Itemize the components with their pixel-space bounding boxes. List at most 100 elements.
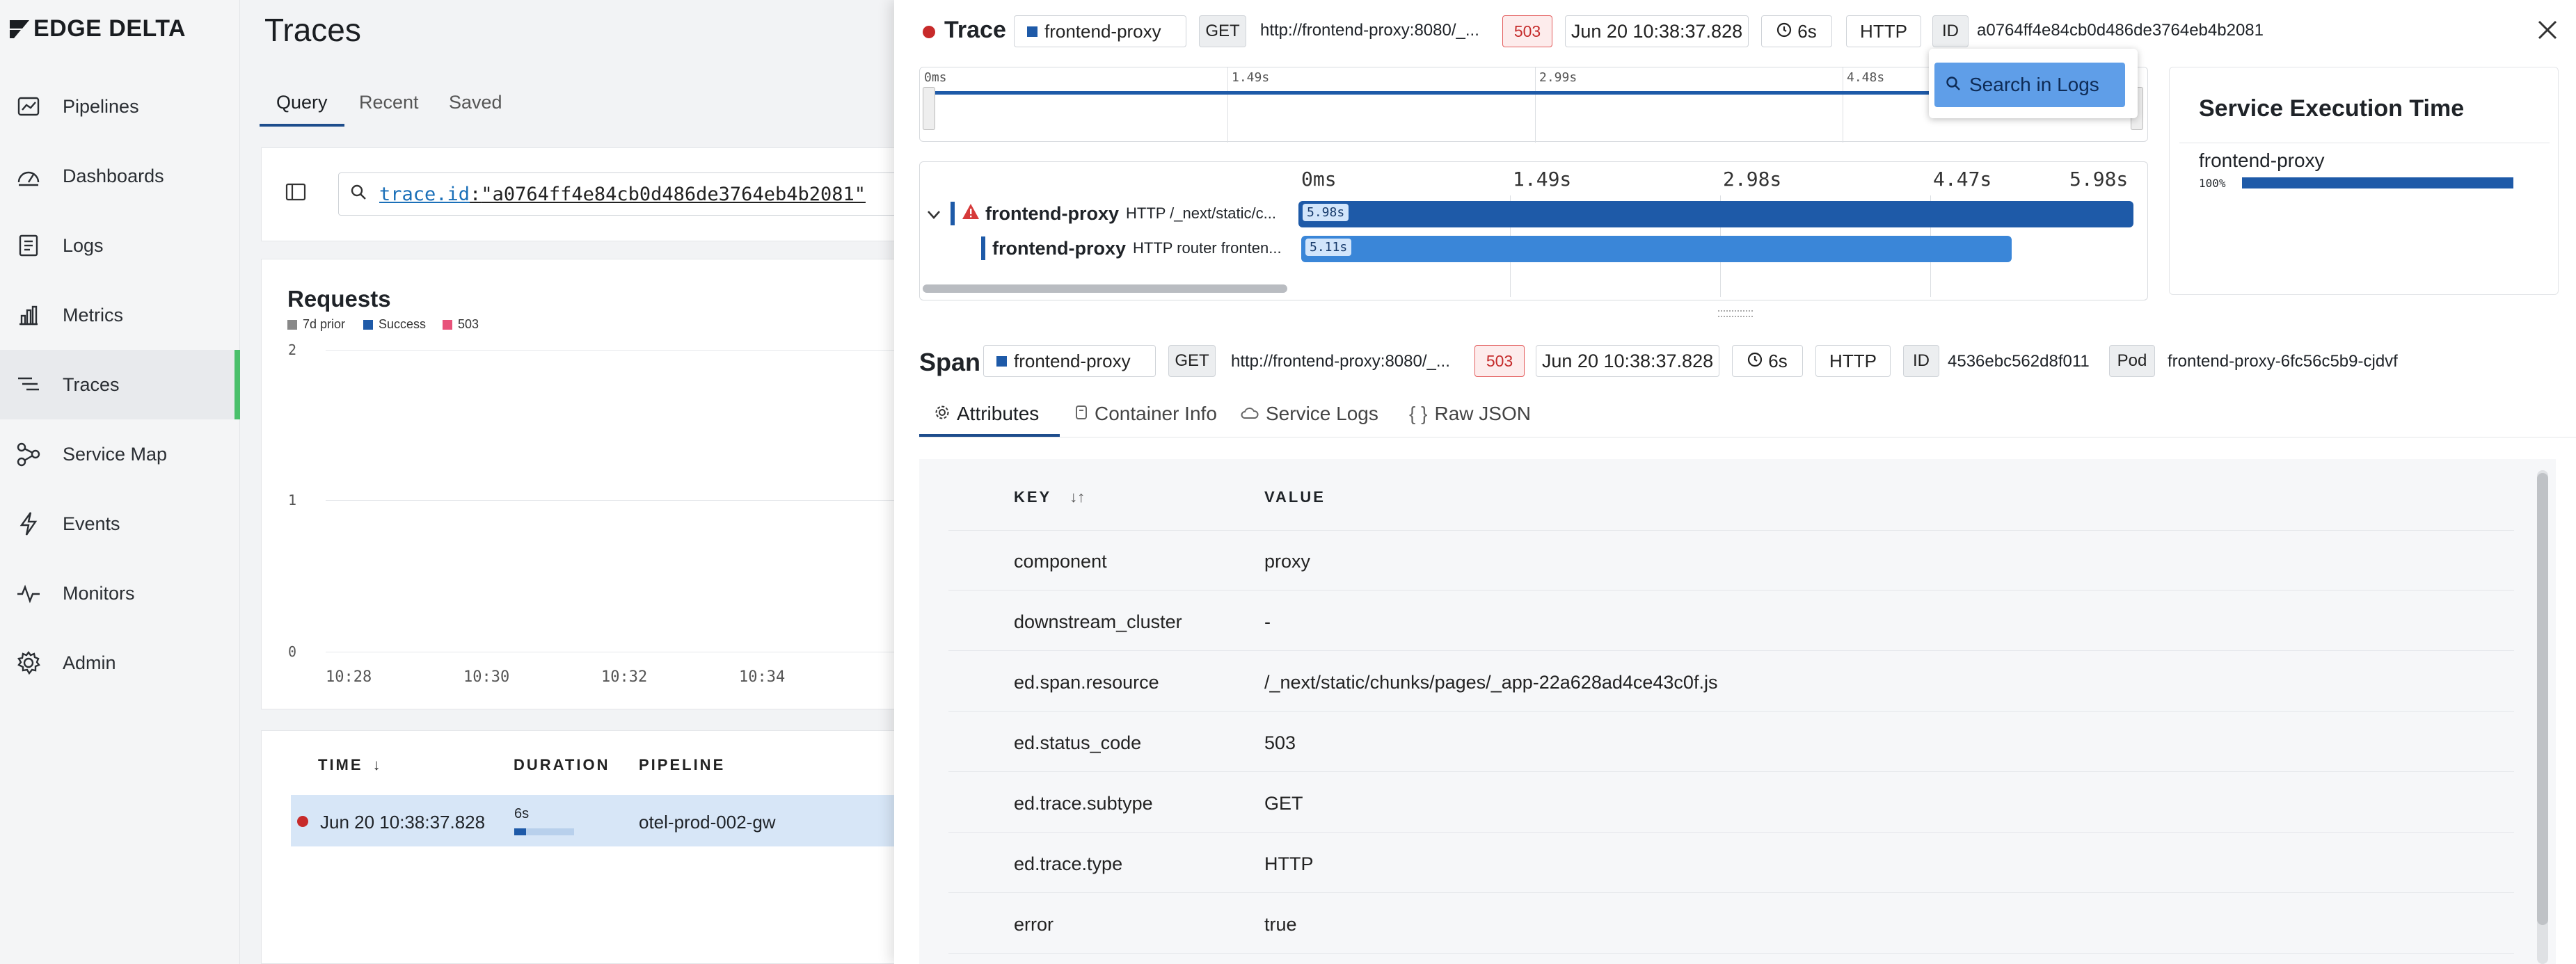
attribute-value: GET [1264,793,1303,814]
nav-item-monitors[interactable]: Monitors [0,559,240,628]
span-label: Span [919,348,981,376]
row-time: Jun 20 10:38:37.828 [320,812,486,833]
trace-id[interactable]: a0764ff4e84cb0d486de3764eb4b2081 [1977,21,2264,40]
logs-icon [15,232,42,259]
attribute-row[interactable]: ed.span.resource /_next/static/chunks/pag… [948,651,2514,712]
attribute-row[interactable]: ed.status_code 503 [948,712,2514,772]
tab-raw-json[interactable]: { } Raw JSON [1409,403,1531,425]
column-header-time[interactable]: TIME ↓ [318,756,381,774]
admin-icon [15,650,42,676]
x-tick: 10:28 [326,668,372,686]
span-duration-label: 5.98s [1303,204,1349,221]
nav-item-events[interactable]: Events [0,489,240,559]
nav-label: Monitors [63,582,135,604]
nav-label: Service Map [63,443,168,465]
nav-item-dashboards[interactable]: Dashboards [0,141,240,211]
waterfall-tick: 0ms [1301,168,1337,191]
service-exec-title: Service Execution Time [2199,95,2465,122]
nav-item-traces[interactable]: Traces [0,350,240,419]
span-id[interactable]: 4536ebc562d8f011 [1948,352,2090,371]
trace-protocol: HTTP [1846,15,1921,47]
trace-id-label: ID [1932,15,1969,47]
tab-underline [919,434,1060,437]
chevron-down-icon[interactable] [927,203,941,225]
tab-saved[interactable]: Saved [449,92,502,113]
edge-delta-logo[interactable]: EDGE DELTA [8,15,186,42]
span-service-tag[interactable]: frontend-proxy [983,345,1156,377]
service-exec-percent: 100% [2199,177,2226,190]
trace-detail-panel: Trace frontend-proxy GET http://frontend… [894,0,2576,964]
attribute-row[interactable]: downstream_cluster - [948,591,2514,651]
query-input[interactable]: trace.id: "a0764ff4e84cb0d486de3764eb4b20… [338,172,937,216]
waterfall-tick: 2.98s [1723,168,1782,191]
span-bar[interactable]: 5.11s [1301,236,2012,262]
sort-down-icon: ↓ [372,756,381,773]
legend-item: 503 [443,317,479,332]
attribute-row[interactable]: component proxy [948,530,2514,591]
span-id-label: ID [1903,345,1939,377]
nav-item-service-map[interactable]: Service Map [0,419,240,489]
span-service-name: frontend-proxy [992,237,1126,259]
span-bar[interactable]: 5.98s [1298,201,2133,227]
span-url: http://frontend-proxy:8080/_... [1231,352,1450,371]
vertical-scrollbar[interactable] [2537,470,2548,964]
resize-handle[interactable] [1718,310,1753,317]
x-tick: 10:30 [463,668,510,686]
range-handle-left[interactable] [923,87,935,130]
nav-item-admin[interactable]: Admin [0,628,240,698]
nav-item-metrics[interactable]: Metrics [0,280,240,350]
error-status-dot [923,26,935,38]
nav-label: Traces [63,373,120,395]
sidebar: EDGE DELTA Pipelines Dashboards Logs Met… [0,0,240,964]
sidebar-toggle-icon[interactable] [285,183,306,204]
attribute-row[interactable]: ed.trace.subtype GET [948,772,2514,833]
trace-id-popover: Search in Logs [1929,49,2138,118]
y-tick: 0 [288,643,297,660]
nav-label: Admin [63,652,116,673]
service-exec-bar [2242,177,2513,188]
tab-query[interactable]: Query [276,92,328,113]
close-icon[interactable] [2536,18,2559,42]
attribute-row[interactable]: ed.trace.type HTTP [948,833,2514,893]
sort-icon: ↓↑ [1070,488,1086,506]
trace-service-tag[interactable]: frontend-proxy [1014,15,1186,47]
clock-icon [1747,351,1763,372]
trace-label: Trace [944,17,1006,43]
traces-table: TIME ↓ DURATION PIPELINE Jun 20 10:38:37.… [261,730,959,964]
service-exec-bar-track [2242,177,2513,188]
pod-label: Pod [2109,345,2155,377]
container-icon [1075,403,1088,425]
column-header-pipeline[interactable]: PIPELINE [639,756,725,774]
tab-service-logs[interactable]: Service Logs [1241,403,1378,425]
waterfall-tick: 4.47s [1933,168,1992,191]
attribute-value: - [1264,611,1271,632]
table-row[interactable]: Jun 20 10:38:37.828 6s otel-prod-002-gw [291,795,959,846]
attribute-value: HTTP [1264,853,1314,874]
tab-recent[interactable]: Recent [359,92,419,113]
y-tick: 2 [288,342,297,358]
column-header-key[interactable]: KEY ↓↑ [1014,488,1085,506]
span-row[interactable]: frontend-proxy HTTP router fronten... [920,233,1296,264]
duration-bar-track [514,828,574,835]
mini-gridline [1227,67,1228,143]
row-duration: 6s [514,806,530,821]
tab-container-info[interactable]: Container Info [1075,403,1217,425]
horizontal-scrollbar[interactable] [923,284,1287,293]
attribute-row[interactable]: error true [948,893,2514,954]
pod-name[interactable]: frontend-proxy-6fc56c5b9-cjdvf [2168,352,2398,371]
service-execution-card: Service Execution Time frontend-proxy 10… [2169,67,2559,295]
span-duration: 6s [1732,345,1803,377]
search-icon [350,184,367,205]
mini-tick: 2.99s [1539,70,1577,85]
column-header-duration[interactable]: DURATION [514,756,610,774]
attributes-table: KEY ↓↑ VALUE component proxy downstream_clu… [919,459,2556,964]
error-status-dot [297,816,308,827]
search-in-logs-button[interactable]: Search in Logs [1934,63,2125,107]
nav-item-logs[interactable]: Logs [0,211,240,280]
page-title: Traces [264,12,361,48]
tab-attributes[interactable]: Attributes [935,403,1039,425]
metrics-icon [15,302,42,328]
nav-item-pipelines[interactable]: Pipelines [0,72,240,141]
query-card: trace.id: "a0764ff4e84cb0d486de3764eb4b20… [261,147,957,241]
span-row[interactable]: frontend-proxy HTTP /_next/static/c... [920,198,1296,229]
